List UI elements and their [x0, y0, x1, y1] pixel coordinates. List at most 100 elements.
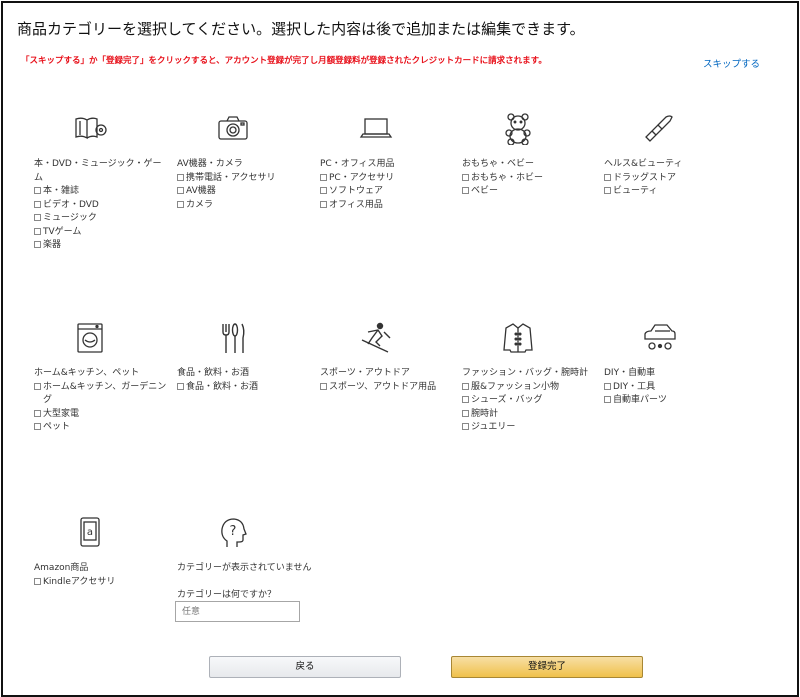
subcategory-checkbox[interactable] [320, 187, 327, 194]
subcategory-checkbox[interactable] [34, 214, 41, 221]
subcategory-item: ソフトウェア [320, 185, 455, 199]
subcategory-checkbox[interactable] [462, 382, 469, 390]
car-icon [642, 322, 678, 354]
svg-text:?: ? [230, 524, 237, 539]
subcategory-label: AV機器 [186, 186, 216, 196]
subcategory-label: ソフトウェア [329, 186, 384, 196]
other-category-input[interactable] [175, 601, 300, 622]
category-heading-text: ファッション・バッグ・腕時計 [462, 368, 589, 378]
billing-warning: 「スキップする」か「登録完了」をクリックすると、アカウント登録が完了し月額登録料… [21, 56, 547, 66]
skip-link[interactable]: スキップする [703, 56, 760, 70]
subcategory-item: 食品・飲料・お酒 [177, 381, 312, 395]
subcategory-list: スポーツ、アウトドア用品 [320, 381, 455, 395]
back-button[interactable]: 戻る [209, 656, 401, 678]
category-heading: Amazon商品 Kindleアクセサリ [34, 562, 169, 589]
subcategory-checkbox[interactable] [177, 173, 184, 181]
subcategory-item: PC・アクセサリ [320, 172, 455, 186]
category-heading-text: 食品・飲料・お酒 [177, 368, 250, 378]
category-heading: ホーム&キッチン、ペット ホーム&キッチン、ガーデニング 大型家電 ペット [34, 367, 169, 435]
subcategory-checkbox[interactable] [34, 227, 41, 235]
category-heading: カテゴリーが表示されていません [177, 562, 312, 576]
subcategory-checkbox[interactable] [462, 396, 469, 403]
question-head-icon: ? [215, 517, 251, 549]
category-heading-text: ヘルス&ビューティ [604, 159, 683, 169]
subcategory-checkbox[interactable] [34, 200, 41, 208]
subcategory-label: Kindleアクセサリ [43, 576, 116, 587]
subcategory-checkbox[interactable] [34, 423, 41, 430]
subcategory-item: ビューティ [604, 185, 739, 199]
subcategory-item: シューズ・バッグ [462, 394, 597, 408]
subcategory-item: ミュージック [34, 212, 169, 226]
subcategory-item: スポーツ、アウトドア用品 [320, 381, 455, 395]
category-heading: AV機器・カメラ 携帯電話・アクセサリ AV機器 カメラ [177, 158, 312, 212]
cutlery-icon [215, 322, 251, 354]
subcategory-label: シューズ・バッグ [471, 395, 543, 405]
skier-icon [358, 322, 394, 354]
subcategory-label: ペット [43, 422, 71, 432]
subcategory-item: Kindleアクセサリ [34, 576, 169, 590]
category-heading: おもちゃ・ベビー おもちゃ・ホビー ベビー [462, 158, 597, 199]
subcategory-item: ホーム&キッチン、ガーデニング [34, 381, 169, 408]
category-heading: DIY・自動車 DIY・工具 自動車パーツ [604, 367, 739, 408]
subcategory-checkbox[interactable] [34, 577, 41, 585]
subcategory-label: ジュエリー [471, 422, 516, 432]
subcategory-checkbox[interactable] [320, 173, 327, 181]
subcategory-label: ベビー [471, 186, 499, 196]
subcategory-checkbox[interactable] [34, 187, 41, 194]
category-heading: 食品・飲料・お酒 食品・飲料・お酒 [177, 367, 312, 394]
subcategory-label: ホーム&キッチン、ガーデニング [43, 381, 167, 406]
subcategory-item: ジュエリー [462, 421, 597, 435]
subcategory-item: 腕時計 [462, 408, 597, 422]
subcategory-label: 服&ファッション小物 [471, 381, 560, 392]
category-heading: ファッション・バッグ・腕時計服&ファッション小物 シューズ・バッグ腕時計 ジュエリー [462, 367, 597, 435]
subcategory-list: 本・雑誌ビデオ・DVD ミュージック TVゲーム楽器 [34, 185, 169, 253]
subcategory-checkbox[interactable] [34, 241, 41, 248]
subcategory-label: PC・アクセサリ [329, 172, 395, 183]
subcategory-checkbox[interactable] [462, 173, 469, 181]
subcategory-checkbox[interactable] [177, 187, 184, 194]
subcategory-checkbox[interactable] [320, 382, 327, 390]
subcategory-label: 大型家電 [43, 408, 80, 419]
subcategory-checkbox[interactable] [462, 423, 469, 430]
jacket-icon [500, 322, 536, 354]
category-heading-text: DIY・自動車 [604, 368, 656, 378]
subcategory-list: Kindleアクセサリ [34, 576, 169, 590]
subcategory-checkbox[interactable] [177, 382, 184, 390]
subcategory-checkbox[interactable] [604, 382, 611, 390]
category-heading-text: 本・DVD・ミュージック・ゲーム [34, 159, 162, 183]
subcategory-item: ビデオ・DVD [34, 199, 169, 213]
subcategory-checkbox[interactable] [34, 382, 41, 390]
subcategory-list: 服&ファッション小物 シューズ・バッグ腕時計 ジュエリー [462, 381, 597, 435]
subcategory-checkbox[interactable] [604, 187, 611, 194]
subcategory-list: PC・アクセサリ ソフトウェアオフィス用品 [320, 172, 455, 213]
svg-text:a: a [87, 527, 93, 538]
subcategory-label: ミュージック [43, 213, 97, 223]
subcategory-checkbox[interactable] [320, 200, 327, 208]
subcategory-item: おもちゃ・ホビー [462, 172, 597, 186]
category-heading: スポーツ・アウトドア スポーツ、アウトドア用品 [320, 367, 455, 394]
subcategory-item: 服&ファッション小物 [462, 381, 597, 395]
subcategory-checkbox[interactable] [177, 200, 184, 208]
subcategory-item: ペット [34, 421, 169, 435]
subcategory-checkbox[interactable] [34, 409, 41, 417]
subcategory-item: 携帯電話・アクセサリ [177, 172, 312, 186]
laptop-icon [358, 113, 394, 145]
subcategory-checkbox[interactable] [604, 396, 611, 403]
subcategory-label: ビデオ・DVD [43, 199, 99, 210]
subcategory-label: おもちゃ・ホビー [471, 172, 544, 183]
subcategory-list: ホーム&キッチン、ガーデニング大型家電ペット [34, 381, 169, 435]
subcategory-label: 本・雑誌 [43, 186, 80, 196]
subcategory-item: 自動車パーツ [604, 394, 739, 408]
complete-registration-button[interactable]: 登録完了 [451, 656, 643, 678]
subcategory-label: ドラッグストア [613, 172, 677, 183]
subcategory-label: 楽器 [43, 240, 62, 250]
washing-machine-icon [72, 322, 108, 354]
subcategory-checkbox[interactable] [604, 173, 611, 181]
subcategory-label: TVゲーム [43, 226, 82, 237]
subcategory-checkbox[interactable] [462, 409, 469, 417]
subcategory-item: DIY・工具 [604, 381, 739, 395]
subcategory-checkbox[interactable] [462, 187, 469, 194]
teddy-bear-icon [500, 113, 536, 145]
category-heading: PC・オフィス用品 PC・アクセサリ ソフトウェア オフィス用品 [320, 158, 455, 212]
subcategory-item: オフィス用品 [320, 199, 455, 213]
